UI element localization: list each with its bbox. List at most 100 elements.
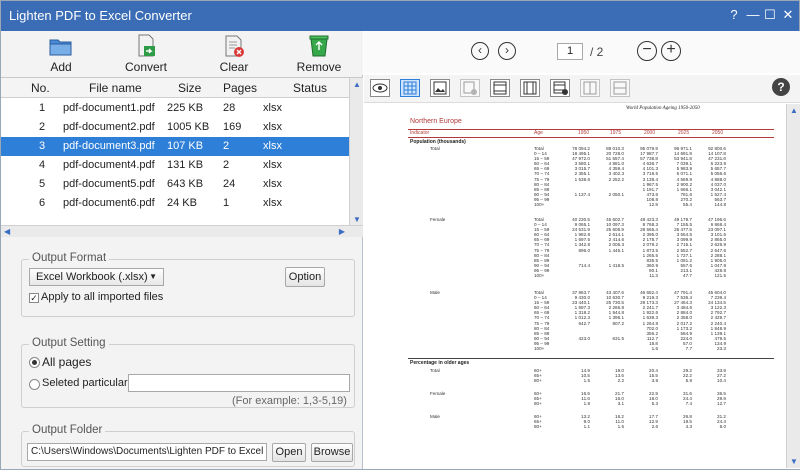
format-select[interactable]: Excel Workbook (.xlsx) ▼ [29, 268, 164, 286]
doc-ages: Total 0 – 14 15 – 59 60 – 64 65 – 69 70 … [534, 290, 550, 352]
title-bar[interactable]: Lighten PDF to Excel Converter ? — ☐ ✕ [1, 1, 799, 31]
table-row[interactable]: 2 pdf-document2.pdf 1005 KB 169 xlsx [1, 118, 349, 137]
close-button[interactable]: ✕ [781, 7, 795, 23]
pdf-page-preview[interactable]: World Population Ageing 1950-2050 Northe… [364, 104, 784, 468]
add-label: Add [50, 60, 72, 74]
clear-label: Clear [219, 60, 249, 74]
apply-all-checkbox[interactable]: ✓ [29, 293, 39, 303]
row-no: 3 [39, 140, 46, 152]
row-file: pdf-document4.pdf [63, 159, 155, 171]
doc-pct-ages: 60+ 65+ 80+ [534, 391, 542, 407]
apply-all-label: Apply to all imported files [41, 291, 164, 303]
doc-male-1975: 43 407.6 10 630.7 25 730.5 2 266.8 1 944… [606, 290, 624, 341]
minus-icon[interactable]: − [637, 41, 657, 61]
row-status: xlsx [263, 197, 282, 209]
doc-group-total: Total [430, 146, 440, 151]
preview-vertical-scrollbar[interactable]: ▲ ▼ [786, 104, 800, 468]
left-panel: Add Convert Clear Remove No. File name S… [1, 31, 363, 469]
row-file: pdf-document3.pdf [63, 140, 155, 152]
browse-button[interactable]: Browse [311, 443, 353, 462]
table-row-selected[interactable]: 3 pdf-document3.pdf 107 KB 2 xlsx [1, 137, 349, 156]
delete-region-icon[interactable] [460, 79, 480, 97]
page-number-input[interactable]: 1 [557, 43, 583, 60]
maximize-button[interactable]: ☐ [763, 7, 777, 23]
output-folder-path[interactable]: C:\Users\Windows\Documents\Lighten PDF t… [27, 443, 267, 461]
scroll-left-icon[interactable]: ◀ [4, 227, 10, 236]
image-icon[interactable] [430, 79, 450, 97]
scroll-up-icon[interactable]: ▲ [790, 106, 798, 115]
open-button[interactable]: Open [272, 443, 306, 462]
doc-male-2050: 45 604.0 7 239.4 24 134.5 3 122.3 2 792.… [708, 290, 726, 352]
table-row[interactable]: 1 pdf-document1.pdf 225 KB 28 xlsx [1, 99, 349, 118]
doc-pct-ages: 60+ 65+ 80+ [534, 414, 542, 430]
doc-pct-male-1950: 13.2 9.0 1.1 [581, 414, 590, 430]
table-row[interactable]: 5 pdf-document5.pdf 643 KB 24 xlsx [1, 175, 349, 194]
table-horizontal-scrollbar[interactable]: ◀ ▶ [1, 225, 363, 237]
doc-col-age: Age [534, 130, 543, 136]
selected-pages-input[interactable] [128, 374, 350, 392]
scroll-down-icon[interactable]: ▼ [790, 457, 798, 466]
minimize-button[interactable]: — [746, 7, 760, 22]
row-no: 6 [39, 197, 46, 209]
option-button[interactable]: Option [285, 267, 325, 287]
col-size[interactable]: Size [178, 81, 201, 95]
file-table[interactable]: No. File name Size Pages Status 1 pdf-do… [1, 77, 363, 237]
column-split-icon[interactable] [520, 79, 540, 97]
help-icon[interactable]: ? [772, 78, 790, 96]
doc-pct-total-2050: 33.9 27.2 10.4 [717, 368, 726, 384]
red-rule [408, 137, 774, 138]
col-file-name[interactable]: File name [89, 81, 142, 95]
row-size: 107 KB [167, 140, 204, 152]
doc-pct-female-2025: 31.6 24.4 7.4 [683, 391, 692, 407]
row-split-icon[interactable] [490, 79, 510, 97]
chevron-right-icon[interactable]: › [498, 42, 516, 60]
doc-total-2025: 96 971.1 14 691.9 53 941.8 7 039.1 5 983… [674, 146, 692, 208]
output-folder-title: Output Folder [29, 424, 106, 436]
output-folder-group: Output Folder C:\Users\Windows\Documents… [21, 424, 355, 467]
col-no[interactable]: No. [31, 81, 50, 95]
add-button[interactable]: Add [26, 33, 96, 75]
plus-icon[interactable]: + [661, 41, 681, 61]
convert-button[interactable]: Convert [111, 33, 181, 75]
scroll-right-icon[interactable]: ▶ [339, 227, 345, 236]
convert-label: Convert [124, 60, 168, 74]
view-toolbar: ? [364, 75, 800, 103]
row-status: xlsx [263, 178, 282, 190]
doc-pct-female-2000: 22.9 18.0 5.3 [649, 391, 658, 407]
doc-pct-total-2025: 29.2 22.2 5.9 [683, 368, 692, 384]
table-row[interactable]: 4 pdf-document4.pdf 131 KB 2 xlsx [1, 156, 349, 175]
table-grid-icon[interactable] [400, 79, 420, 97]
doc-pct-group-total: Total [430, 368, 440, 373]
help-title-button[interactable]: ? [727, 7, 741, 22]
merge-cells-icon[interactable] [550, 79, 570, 97]
clear-button[interactable]: Clear [199, 33, 269, 75]
doc-col-1975: 1975 [610, 130, 622, 136]
doc-pct-female-1950: 16.5 11.6 1.8 [581, 391, 590, 407]
doc-ages: Total 0 – 14 15 – 59 60 – 64 65 – 69 70 … [534, 146, 550, 208]
all-pages-radio[interactable] [29, 357, 40, 368]
doc-female-2025: 49 179.7 7 155.5 26 477.5 3 554.5 3 099.… [674, 217, 692, 279]
selected-pages-radio[interactable] [29, 379, 40, 390]
split-cell-icon[interactable] [580, 79, 600, 97]
table-vertical-scrollbar[interactable]: ▲ ▼ [349, 78, 363, 226]
row-size: 131 KB [167, 159, 204, 171]
col-status[interactable]: Status [293, 81, 327, 95]
row-file: pdf-document6.pdf [63, 197, 155, 209]
row-size: 1005 KB [167, 121, 210, 133]
scroll-down-icon[interactable]: ▼ [353, 215, 361, 224]
row-pages: 24 [223, 178, 236, 190]
chevron-left-icon[interactable]: ‹ [471, 42, 489, 60]
merge-column-icon[interactable] [610, 79, 630, 97]
remove-label: Remove [296, 60, 342, 74]
remove-button[interactable]: Remove [284, 33, 354, 75]
total-pages: / 2 [590, 45, 604, 59]
col-pages[interactable]: Pages [223, 81, 257, 95]
scroll-up-icon[interactable]: ▲ [353, 80, 361, 89]
eye-icon[interactable] [370, 79, 390, 97]
table-row[interactable]: 6 pdf-document6.pdf 24 KB 1 xlsx [1, 194, 349, 213]
row-no: 1 [39, 102, 46, 114]
doc-total-2000: 95 079.9 17 987.7 57 738.8 4 636.7 4 101… [640, 146, 658, 208]
doc-header: World Population Ageing 1950-2050 [626, 106, 700, 111]
row-pages: 28 [223, 102, 236, 114]
row-file: pdf-document5.pdf [63, 178, 155, 190]
